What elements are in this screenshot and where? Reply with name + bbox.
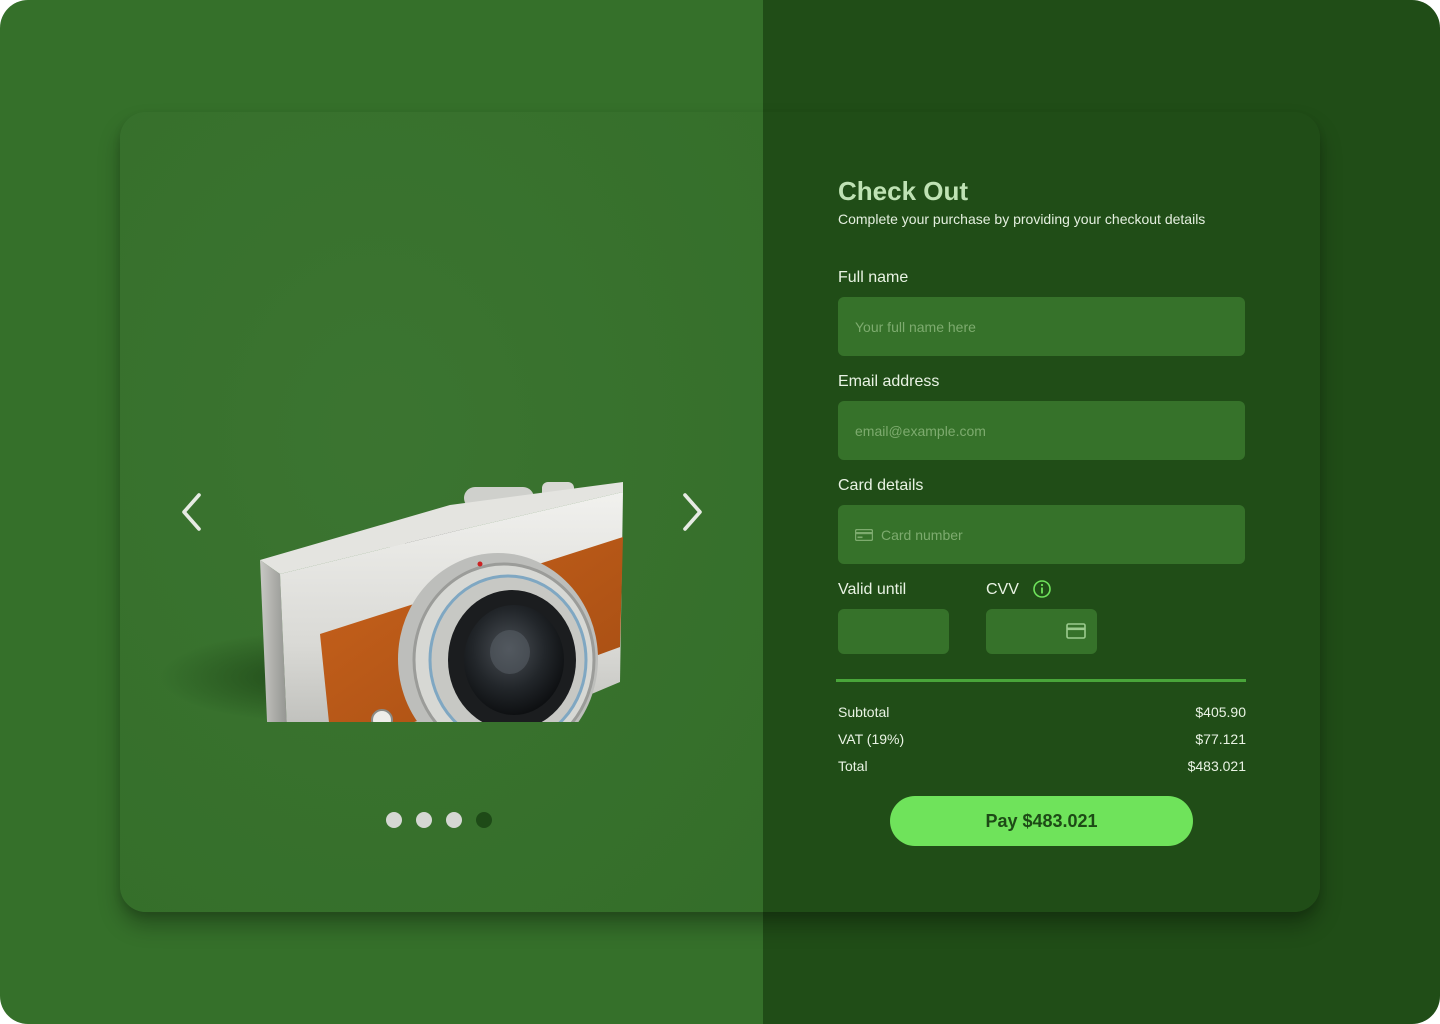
carousel-next-button[interactable] — [670, 487, 714, 537]
carousel-dot[interactable] — [386, 812, 402, 828]
carousel-dot-active[interactable] — [476, 812, 492, 828]
checkout-card: Check Out Complete your purchase by prov… — [120, 112, 1320, 912]
vat-label: VAT (19%) — [838, 731, 905, 747]
full-name-label: Full name — [838, 269, 909, 286]
email-label: Email address — [838, 373, 940, 390]
carousel-dot[interactable] — [416, 812, 432, 828]
credit-card-icon — [855, 528, 873, 541]
chevron-right-icon — [683, 493, 702, 531]
valid-until-label: Valid until — [838, 581, 907, 598]
total-row: Total $483.021 — [838, 758, 1246, 774]
cvv-input[interactable] — [986, 609, 1097, 654]
camera-image — [160, 482, 623, 800]
total-value: $483.021 — [1187, 758, 1246, 774]
valid-until-input[interactable] — [838, 609, 949, 654]
subtotal-label: Subtotal — [838, 704, 890, 720]
product-image — [160, 342, 680, 800]
vat-row: VAT (19%) $77.121 — [838, 731, 1246, 747]
email-placeholder: email@example.com — [855, 422, 986, 439]
card-number-placeholder: Card number — [881, 526, 963, 543]
card-number-input[interactable]: Card number — [838, 505, 1245, 564]
email-input[interactable]: email@example.com — [838, 401, 1245, 460]
page-subtitle: Complete your purchase by providing your… — [838, 211, 1206, 227]
checkout-form: Check Out Complete your purchase by prov… — [836, 112, 1248, 912]
carousel-indicators — [386, 812, 492, 828]
pay-button[interactable]: Pay $483.021 — [890, 796, 1193, 846]
vat-value: $77.121 — [1195, 731, 1246, 747]
info-icon[interactable] — [1032, 579, 1052, 599]
app-background: Check Out Complete your purchase by prov… — [0, 0, 1440, 1024]
card-details-label: Card details — [838, 477, 924, 494]
total-label: Total — [838, 758, 868, 774]
credit-card-icon — [1066, 623, 1086, 639]
subtotal-value: $405.90 — [1195, 704, 1246, 720]
page-title: Check Out — [838, 176, 969, 206]
summary-divider — [836, 679, 1246, 682]
subtotal-row: Subtotal $405.90 — [838, 704, 1246, 720]
cvv-label: CVV — [986, 581, 1019, 598]
carousel-dot[interactable] — [446, 812, 462, 828]
full-name-placeholder: Your full name here — [855, 318, 976, 335]
full-name-input[interactable]: Your full name here — [838, 297, 1245, 356]
